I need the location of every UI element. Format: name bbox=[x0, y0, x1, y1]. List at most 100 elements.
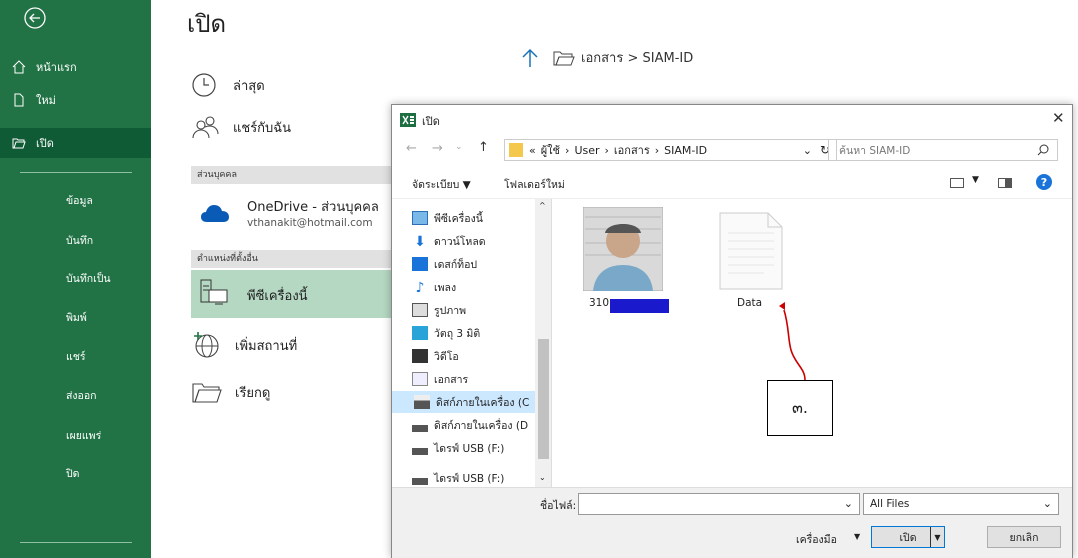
nav-item-label: ไดรฟ์ USB (F:) bbox=[434, 472, 505, 485]
nav-scrollbar[interactable]: ^ ⌄ bbox=[535, 199, 551, 487]
scrollbar-thumb[interactable] bbox=[538, 339, 549, 459]
onedrive-email: vthanakit@hotmail.com bbox=[247, 217, 373, 229]
sidebar-item-export[interactable]: ส่งออก bbox=[66, 387, 97, 404]
filter-value: All Files bbox=[870, 498, 910, 510]
chevron-down-icon[interactable]: ⌄ bbox=[1043, 494, 1052, 514]
nav-item-label: ดิสก์ภายในเครื่อง (D bbox=[434, 419, 529, 432]
people-icon bbox=[192, 116, 219, 139]
sidebar-item-home[interactable]: หน้าแรก bbox=[0, 55, 151, 79]
open-button[interactable]: เปิด ▼ bbox=[871, 526, 945, 548]
history-dropdown-icon[interactable]: ⌄ bbox=[455, 142, 463, 152]
sidebar-item-new[interactable]: ใหม่ bbox=[0, 88, 151, 112]
home-icon bbox=[12, 60, 26, 74]
nav-item-label: ดาวน์โหลด bbox=[434, 235, 486, 248]
clock-icon bbox=[192, 73, 216, 97]
filename-input[interactable]: ⌄ bbox=[578, 493, 860, 515]
new-folder-button[interactable]: โฟลเดอร์ใหม่ bbox=[504, 176, 565, 193]
file-name: 310 bbox=[589, 297, 610, 309]
nav-item-label: วัตถุ 3 มิติ bbox=[434, 327, 481, 340]
nav-item-this-pc[interactable]: พีซีเครื่องนี้ bbox=[412, 207, 483, 229]
nav-item-label: ดิสก์ภายในเครื่อง (C bbox=[436, 396, 530, 409]
tools-button[interactable]: เครื่องมือ bbox=[796, 531, 837, 548]
redaction-block bbox=[610, 299, 669, 313]
usb-drive-icon bbox=[412, 441, 428, 455]
recent-location[interactable]: ล่าสุด bbox=[191, 72, 265, 98]
usb-drive-icon bbox=[412, 471, 428, 485]
organize-button[interactable]: จัดระเบียบ ▼ bbox=[412, 176, 471, 193]
cancel-button[interactable]: ยกเลิก bbox=[987, 526, 1061, 548]
chevron-down-icon[interactable]: ⌄ bbox=[803, 144, 812, 157]
help-icon[interactable]: ? bbox=[1036, 174, 1052, 190]
nav-item-videos[interactable]: วิดีโอ bbox=[412, 345, 459, 367]
chevron-up-icon[interactable]: ^ bbox=[539, 201, 546, 210]
nav-item-music[interactable]: ♪ เพลง bbox=[412, 276, 457, 298]
add-place-label: เพิ่มสถานที่ bbox=[235, 338, 298, 354]
chevron-down-icon[interactable]: ▼ bbox=[972, 175, 979, 185]
browse-location[interactable]: เรียกดู bbox=[191, 380, 270, 404]
sidebar-item-open[interactable]: เปิด bbox=[0, 128, 151, 158]
address-bar[interactable]: « ผู้ใช้ › User › เอกสาร › SIAM-ID ⌄ ↻ bbox=[504, 139, 837, 161]
open-button-label: เปิด bbox=[899, 531, 917, 544]
file-name: Data bbox=[737, 297, 763, 309]
nav-item-pictures[interactable]: รูปภาพ bbox=[412, 299, 466, 321]
back-button[interactable] bbox=[22, 5, 48, 31]
add-place-location[interactable]: เพิ่มสถานที่ bbox=[191, 330, 297, 360]
cancel-button-label: ยกเลิก bbox=[1009, 531, 1039, 544]
file-type-filter[interactable]: All Files ⌄ bbox=[863, 493, 1059, 515]
shared-label: แชร์กับฉัน bbox=[233, 120, 292, 136]
photo-thumbnail bbox=[582, 206, 664, 292]
open-folder-icon bbox=[12, 138, 26, 149]
sidebar-item-close[interactable]: ปิด bbox=[66, 465, 79, 482]
sidebar-item-share[interactable]: แชร์ bbox=[66, 348, 86, 365]
page-title: เปิด bbox=[187, 10, 227, 38]
nav-item-local-disk-d[interactable]: ดิสก์ภายในเครื่อง (D bbox=[412, 414, 528, 436]
up-arrow-icon[interactable] bbox=[521, 48, 539, 68]
filename-label: ชื่อไฟล์: bbox=[540, 500, 577, 512]
back-arrow-icon[interactable]: ← bbox=[406, 141, 417, 156]
preview-pane-icon[interactable] bbox=[998, 178, 1012, 188]
sidebar-item-info[interactable]: ข้อมูล bbox=[66, 192, 93, 209]
nav-item-local-disk-c[interactable]: ดิสก์ภายในเครื่อง (C bbox=[392, 391, 535, 413]
address-segment[interactable]: เอกสาร bbox=[614, 141, 650, 159]
chevron-down-icon[interactable]: ⌄ bbox=[844, 497, 853, 510]
forward-arrow-icon[interactable]: → bbox=[432, 141, 443, 156]
nav-item-label: วิดีโอ bbox=[434, 350, 459, 363]
breadcrumb[interactable]: เอกสาร > SIAM-ID bbox=[521, 47, 693, 68]
this-pc-label: พีซีเครื่องนี้ bbox=[247, 289, 308, 304]
folder-icon bbox=[192, 383, 222, 403]
nav-item-desktop[interactable]: เดสก์ท็อป bbox=[412, 253, 477, 275]
nav-item-3d-objects[interactable]: วัตถุ 3 มิติ bbox=[412, 322, 480, 344]
documents-icon bbox=[412, 372, 428, 386]
nav-item-documents[interactable]: เอกสาร bbox=[412, 368, 468, 390]
address-segment[interactable]: « bbox=[529, 144, 536, 157]
chevron-down-icon[interactable]: ▼ bbox=[854, 532, 860, 541]
address-segment[interactable]: ผู้ใช้ bbox=[541, 141, 560, 159]
sidebar-divider bbox=[20, 542, 132, 543]
chevron-down-icon[interactable]: ⌄ bbox=[539, 473, 546, 482]
sidebar-item-save-as[interactable]: บันทึกเป็น bbox=[66, 270, 111, 287]
shared-with-me-location[interactable]: แชร์กับฉัน bbox=[191, 114, 291, 140]
file-item[interactable]: 310 bbox=[582, 206, 669, 317]
video-icon bbox=[412, 349, 428, 363]
close-icon[interactable]: ✕ bbox=[1052, 109, 1065, 127]
nav-item-downloads[interactable]: ⬇ ดาวน์โหลด bbox=[412, 230, 486, 252]
sidebar-item-save[interactable]: บันทึก bbox=[66, 232, 93, 249]
address-separator: › bbox=[565, 143, 570, 157]
sidebar-item-publish[interactable]: เผยแพร่ bbox=[66, 427, 101, 444]
sidebar-item-print[interactable]: พิมพ์ bbox=[66, 309, 87, 326]
nav-item-usb-f-2[interactable]: ไดรฟ์ USB (F:) bbox=[412, 467, 504, 487]
desktop-icon bbox=[412, 257, 428, 271]
search-icon[interactable] bbox=[1037, 144, 1049, 156]
chevron-down-icon[interactable]: ▼ bbox=[930, 527, 944, 547]
search-box[interactable]: ค้นหา SIAM-ID bbox=[828, 139, 1058, 161]
folder-icon bbox=[509, 143, 523, 157]
up-arrow-icon[interactable]: ↑ bbox=[478, 140, 489, 155]
view-options-icon[interactable] bbox=[950, 178, 964, 188]
breadcrumb-text: เอกสาร > SIAM-ID bbox=[581, 51, 694, 66]
nav-item-label: เพลง bbox=[434, 281, 457, 294]
address-segment[interactable]: SIAM-ID bbox=[664, 144, 707, 157]
folder-icon bbox=[553, 51, 575, 65]
onedrive-location[interactable]: OneDrive - ส่วนบุคคล vthanakit@hotmail.c… bbox=[199, 196, 379, 229]
address-segment[interactable]: User bbox=[574, 144, 599, 157]
nav-item-usb-f[interactable]: ไดรฟ์ USB (F:) bbox=[412, 437, 504, 459]
